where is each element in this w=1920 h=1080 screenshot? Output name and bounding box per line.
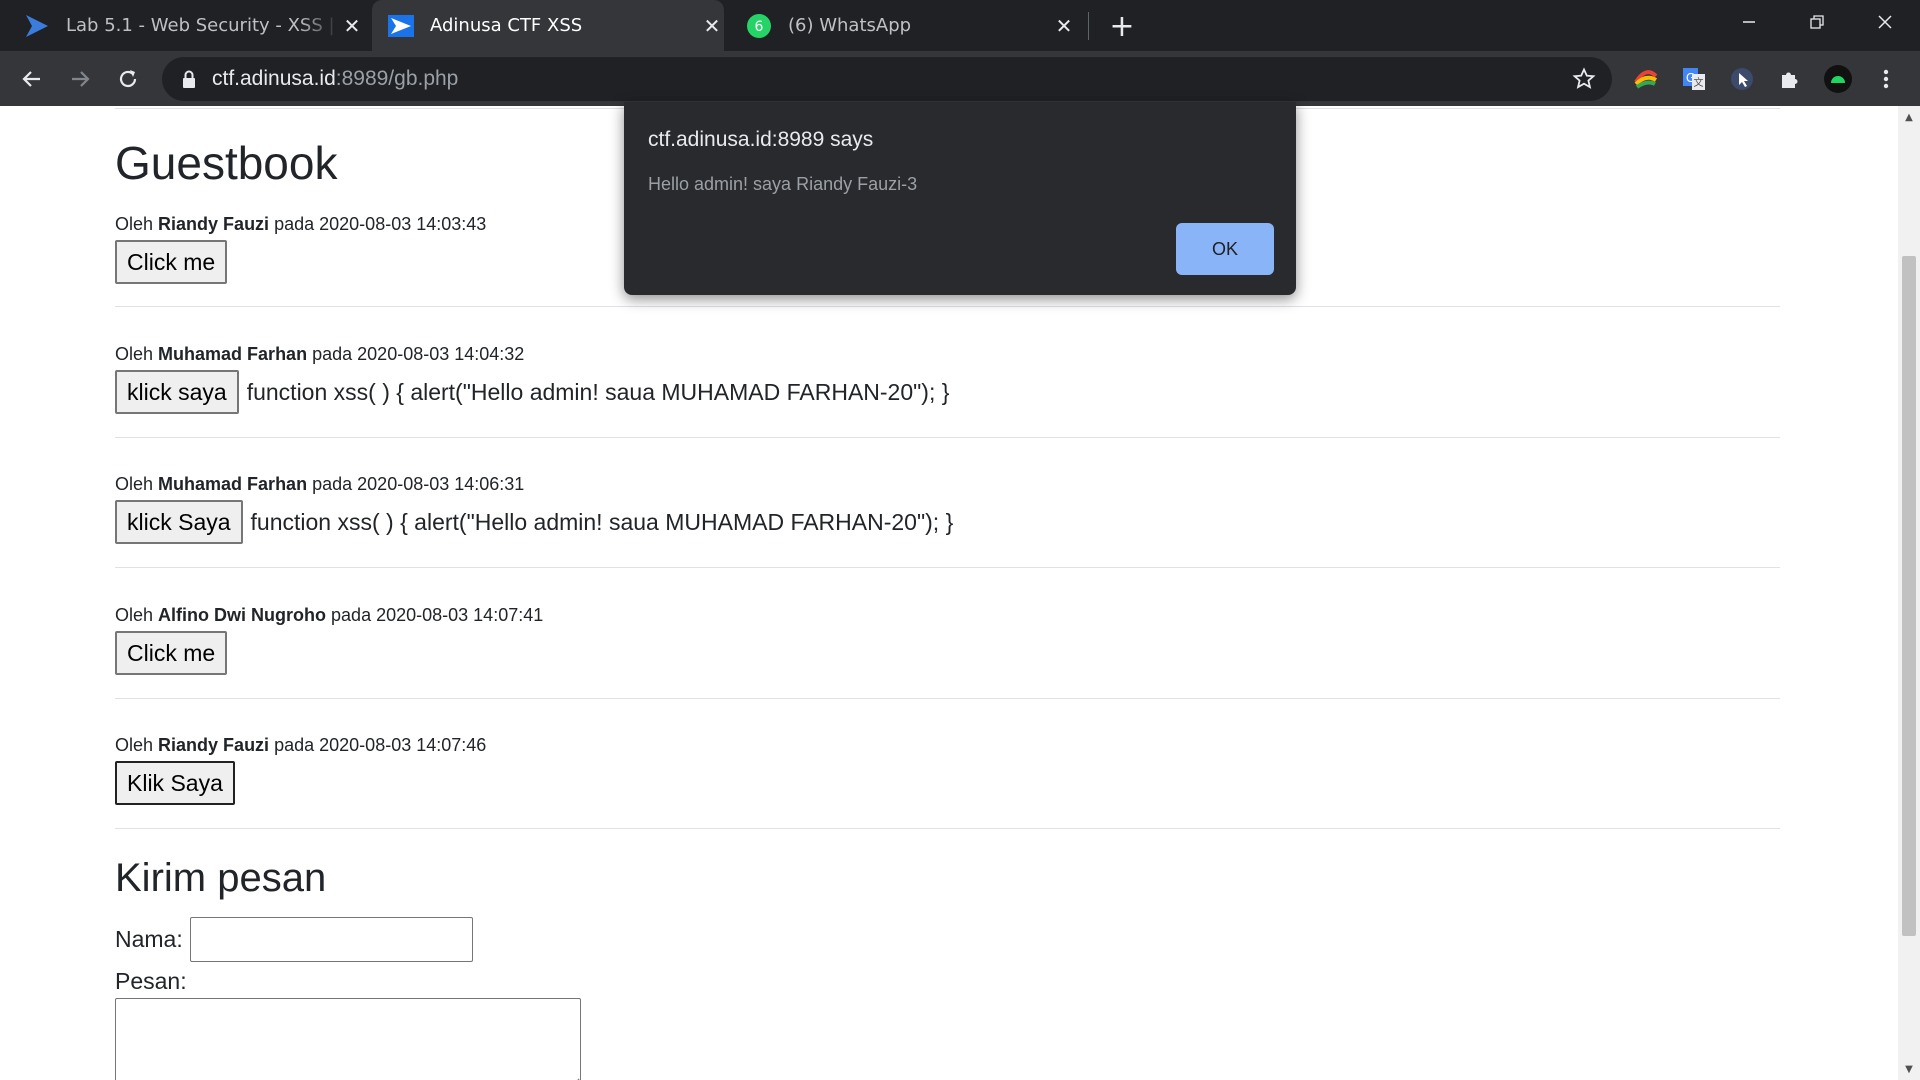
page-scrollbar[interactable]: ▲ ▼	[1898, 106, 1920, 1080]
entry-author: Alfino Dwi Nugroho	[158, 605, 327, 625]
entry-meta: Oleh Riandy Fauzi pada 2020-08-03 14:07:…	[115, 735, 487, 755]
tab-whatsapp[interactable]: 6 (6) WhatsApp ✕	[736, 0, 1076, 51]
entry-author: Riandy Fauzi	[158, 214, 270, 234]
entry-datetime: 2020-08-03 14:03:43	[319, 214, 487, 234]
svg-text:文: 文	[1694, 76, 1704, 89]
url-text[interactable]: ctf.adinusa.id:8989/gb.php	[212, 67, 458, 91]
back-button[interactable]	[14, 61, 50, 97]
close-tab-icon[interactable]: ✕	[700, 14, 724, 38]
entry-meta: Oleh Muhamad Farhan pada 2020-08-03 14:0…	[115, 344, 525, 364]
url-host: ctf.adinusa.id	[212, 67, 336, 90]
close-icon	[1878, 15, 1892, 29]
entry-datetime: 2020-08-03 14:04:32	[357, 344, 525, 364]
browser-toolbar: ctf.adinusa.id:8989/gb.php G文	[0, 51, 1920, 106]
entry-author: Muhamad Farhan	[158, 344, 308, 364]
entry-button[interactable]: klick saya	[115, 370, 239, 414]
divider	[115, 698, 1780, 699]
browser-titlebar: Lab 5.1 - Web Security - XSS | Adinusa ✕…	[0, 0, 1920, 51]
entry-meta: Oleh Alfino Dwi Nugroho pada 2020-08-03 …	[115, 605, 544, 625]
form-heading: Kirim pesan	[115, 856, 327, 900]
guestbook-entry: Oleh Riandy Fauzi pada 2020-08-03 14:07:…	[115, 733, 1780, 805]
tab-title: (6) WhatsApp	[788, 15, 912, 36]
new-tab-button[interactable]: +	[1106, 9, 1138, 44]
back-arrow-icon	[22, 71, 40, 87]
profile-avatar[interactable]	[1822, 63, 1854, 95]
name-label: Nama:	[115, 926, 183, 952]
reload-icon	[119, 70, 137, 88]
url-path: :8989/gb.php	[335, 67, 459, 90]
whatsapp-badge: 6	[755, 19, 764, 35]
restore-button[interactable]	[1782, 0, 1852, 44]
reload-button[interactable]	[110, 61, 146, 97]
entry-button[interactable]: Click me	[115, 240, 228, 284]
adinusa-ctf-icon	[388, 13, 414, 39]
divider	[115, 437, 1780, 438]
ok-button[interactable]: OK	[1176, 223, 1274, 275]
divider	[115, 306, 1780, 307]
entry-author: Muhamad Farhan	[158, 474, 308, 494]
tab-separator	[1088, 12, 1089, 40]
entry-author: Riandy Fauzi	[158, 735, 270, 755]
tab-lab-web-security[interactable]: Lab 5.1 - Web Security - XSS | Adinusa ✕	[24, 0, 364, 51]
guestbook-entry: Oleh Muhamad Farhan pada 2020-08-03 14:0…	[115, 342, 1780, 414]
entry-button[interactable]: Klik Saya	[115, 761, 235, 805]
extensions-puzzle-icon[interactable]	[1774, 63, 1806, 95]
close-tab-icon[interactable]: ✕	[1052, 14, 1076, 38]
tab-title: Adinusa CTF XSS	[430, 15, 583, 36]
entry-datetime: 2020-08-03 14:07:41	[376, 605, 544, 625]
divider	[115, 828, 1780, 829]
dialog-title: ctf.adinusa.id:8989 says	[648, 128, 874, 151]
divider	[115, 567, 1780, 568]
entry-button[interactable]: klick Saya	[115, 500, 243, 544]
bookmark-star-icon[interactable]	[1572, 67, 1596, 91]
whatsapp-icon: 6	[746, 13, 772, 39]
scroll-up-arrow-icon[interactable]: ▲	[1898, 106, 1920, 128]
name-input[interactable]	[190, 917, 473, 962]
entry-script-text: function xss( ) { alert("Hello admin! sa…	[246, 378, 950, 405]
minimize-button[interactable]	[1714, 0, 1784, 44]
message-label: Pesan:	[115, 968, 187, 994]
tab-adinusa-ctf-xss[interactable]: Adinusa CTF XSS ✕	[372, 0, 724, 51]
restore-icon	[1810, 15, 1824, 29]
tab-title: Lab 5.1 - Web Security - XSS | Adinusa	[66, 15, 340, 36]
adinusa-icon	[24, 13, 50, 39]
scrollbar-thumb[interactable]	[1902, 256, 1916, 936]
entry-script-text: function xss( ) { alert("Hello admin! sa…	[250, 508, 954, 535]
address-bar[interactable]: ctf.adinusa.id:8989/gb.php	[162, 57, 1612, 101]
cursor-extension-icon[interactable]	[1726, 63, 1758, 95]
forward-arrow-icon	[72, 71, 90, 87]
message-textarea[interactable]	[115, 998, 581, 1080]
entry-datetime: 2020-08-03 14:06:31	[357, 474, 525, 494]
menu-kebab-icon[interactable]	[1870, 63, 1902, 95]
entry-meta: Oleh Muhamad Farhan pada 2020-08-03 14:0…	[115, 474, 525, 494]
guestbook-entry: Oleh Alfino Dwi Nugroho pada 2020-08-03 …	[115, 603, 1780, 675]
scroll-down-arrow-icon[interactable]: ▼	[1898, 1058, 1920, 1080]
minimize-icon	[1743, 21, 1755, 23]
page-title: Guestbook	[115, 137, 338, 189]
alert-dialog: ctf.adinusa.id:8989 says Hello admin! sa…	[624, 102, 1296, 295]
forward-button[interactable]	[62, 61, 98, 97]
guestbook-entry: Oleh Muhamad Farhan pada 2020-08-03 14:0…	[115, 472, 1780, 544]
lock-icon[interactable]	[180, 68, 198, 90]
entry-datetime: 2020-08-03 14:07:46	[319, 735, 487, 755]
dialog-message: Hello admin! saya Riandy Fauzi-3	[648, 174, 918, 194]
close-tab-icon[interactable]: ✕	[340, 14, 364, 38]
entry-button[interactable]: Click me	[115, 631, 228, 675]
extension-colorful-icon[interactable]	[1630, 63, 1662, 95]
close-window-button[interactable]	[1850, 0, 1920, 44]
google-translate-icon[interactable]: G文	[1678, 63, 1710, 95]
